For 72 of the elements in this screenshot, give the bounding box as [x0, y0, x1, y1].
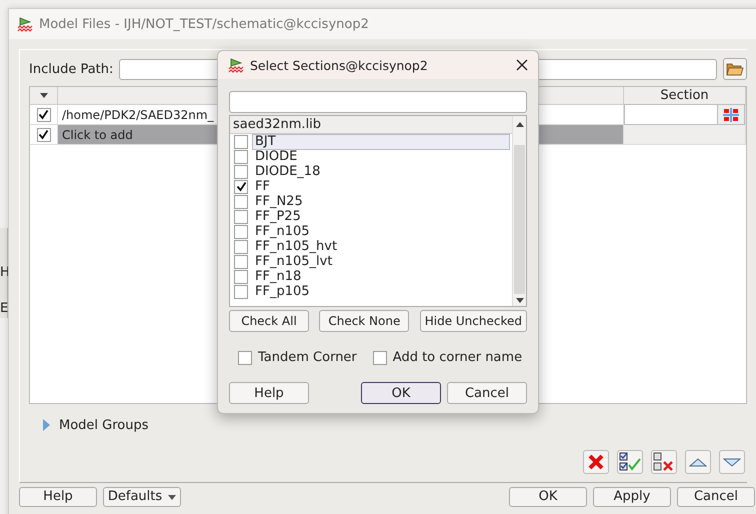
dropdown-caret-icon — [40, 93, 48, 98]
app-icon — [228, 57, 244, 73]
option-checkbox[interactable] — [372, 350, 387, 364]
folder-icon — [726, 62, 744, 76]
section-item[interactable]: FF_N25 — [252, 194, 510, 210]
dialog-title: Select Sections@kccisynop2 — [250, 58, 429, 72]
close-icon[interactable] — [516, 59, 528, 71]
section-checkbox[interactable] — [234, 194, 248, 208]
section-checkbox[interactable] — [234, 284, 248, 298]
check-all-button[interactable] — [617, 450, 643, 474]
section-item[interactable]: BJT — [252, 134, 510, 150]
window-button[interactable]: Cancel — [677, 487, 755, 507]
scroll-down-arrow-icon[interactable] — [516, 298, 524, 303]
section-checkbox[interactable] — [234, 224, 248, 238]
section-cell[interactable] — [624, 125, 746, 145]
section-item[interactable]: FF — [252, 178, 510, 194]
scrollbar[interactable] — [512, 116, 526, 306]
model-groups-label: Model Groups — [59, 418, 149, 432]
expand-arrow-icon[interactable] — [42, 419, 51, 431]
section-item[interactable]: FF_n105_hvt — [252, 238, 510, 254]
window-button[interactable]: Apply — [593, 487, 671, 507]
column-header[interactable]: Section — [624, 87, 746, 105]
section-item[interactable]: FF_n105 — [252, 224, 510, 240]
section-checkbox[interactable] — [234, 240, 248, 254]
window-button[interactable]: OK — [509, 487, 587, 507]
option-checkbox[interactable] — [238, 350, 252, 364]
section-checkbox[interactable] — [234, 150, 248, 164]
close-icon — [588, 454, 604, 470]
section-item[interactable]: DIODE_18 — [252, 164, 510, 180]
delete-button[interactable] — [583, 450, 609, 474]
window-button[interactable]: Help — [19, 487, 97, 507]
dialog-button[interactable]: OK — [361, 382, 441, 404]
section-item[interactable]: FF_p105 — [252, 284, 510, 300]
window-title: Model Files - IJH/NOT_TEST/schematic@kccisynop2 — [39, 16, 369, 32]
section-checkbox[interactable] — [234, 180, 248, 194]
row-checkbox[interactable] — [36, 108, 50, 122]
checklist-cross-icon — [653, 452, 675, 472]
background-window-label: E — [0, 302, 7, 316]
section-checkbox[interactable] — [234, 134, 248, 148]
option-label: Add to corner name — [392, 350, 522, 365]
column-header[interactable] — [30, 87, 58, 105]
browse-button[interactable] — [723, 58, 747, 80]
list-button[interactable]: Hide Unchecked — [420, 310, 527, 332]
section-item[interactable]: FF_n105_lvt — [252, 254, 510, 270]
section-checkbox[interactable] — [234, 270, 248, 284]
section-item[interactable]: DIODE — [252, 148, 510, 164]
section-item[interactable]: FF_P25 — [252, 208, 510, 224]
section-checkbox[interactable] — [234, 254, 248, 268]
scrollbar-thumb[interactable] — [514, 145, 525, 294]
defaults-dropdown[interactable]: Defaults — [103, 487, 181, 507]
section-checkbox[interactable] — [234, 210, 248, 224]
down-triangle-icon — [723, 458, 741, 466]
dialog-button[interactable]: Help — [229, 382, 309, 404]
list-header: saed32nm.lib — [230, 116, 512, 134]
checklist-check-icon — [619, 452, 641, 472]
scroll-up-arrow-icon[interactable] — [516, 122, 524, 127]
section-item[interactable]: FF_n18 — [252, 268, 510, 284]
include-path-label: Include Path: — [29, 62, 114, 76]
section-checkbox[interactable] — [234, 164, 248, 178]
app-icon — [17, 16, 33, 32]
dialog-button[interactable]: Cancel — [447, 382, 527, 404]
grid-icon[interactable] — [717, 105, 744, 124]
option-label: Tandem Corner — [258, 350, 357, 365]
list-button[interactable]: Check None — [319, 310, 410, 332]
move-up-button[interactable] — [685, 450, 711, 474]
list-button[interactable]: Check All — [229, 310, 309, 332]
uncheck-all-button[interactable] — [651, 450, 677, 474]
filter-field[interactable] — [229, 91, 527, 113]
up-triangle-icon — [689, 458, 707, 466]
move-down-button[interactable] — [719, 450, 745, 474]
caret-icon — [168, 494, 176, 500]
row-checkbox[interactable] — [36, 128, 50, 142]
